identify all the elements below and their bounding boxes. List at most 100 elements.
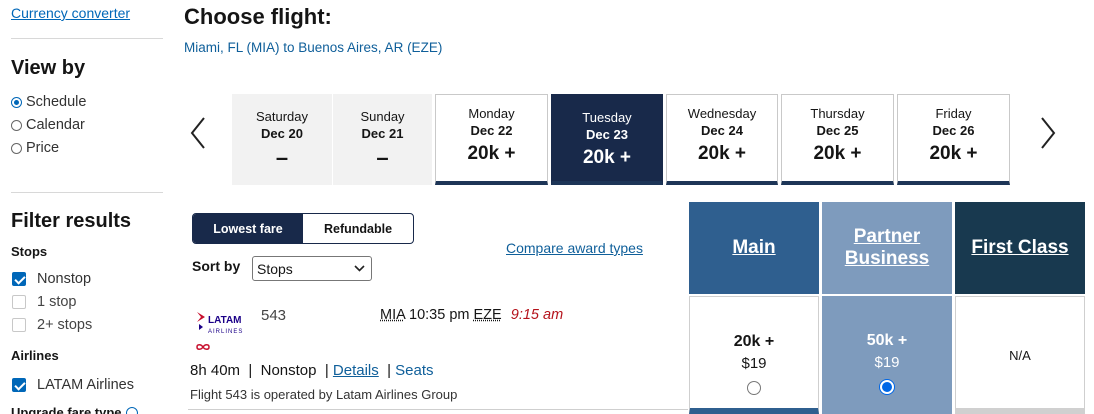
date-price: 20k + [582,147,632,168]
depart-time: 10:35 pm [409,307,470,323]
seats-link[interactable]: Seats [395,362,433,379]
fare-fee: $19 [741,355,767,372]
date-price: 20k + [467,143,516,164]
fare-partner-business[interactable]: 50k + $19 [822,296,952,414]
date-price: 20k + [813,143,862,164]
date-thursday-dec-25[interactable]: Thursday Dec 25 20k + [781,94,894,185]
airlines-heading: Airlines [11,348,59,363]
flight-number: 543 [261,307,287,324]
fare-type-toggle: Lowest fare Refundable [192,213,414,244]
fare-unavailable: N/A [1009,348,1031,363]
view-option-price[interactable]: Price [11,140,59,156]
separator: | [382,362,396,379]
filter-results-heading: Filter results [11,210,132,232]
checkbox-icon[interactable] [12,272,26,286]
date-friday-dec-26[interactable]: Friday Dec 26 20k + [897,94,1010,185]
separator: | [244,362,257,379]
view-option-label: Price [26,140,60,156]
view-option-calendar[interactable]: Calendar [11,117,85,133]
stops-heading: Stops [11,244,48,259]
fare-points: 20k + [733,333,775,350]
date-dow: Sunday [360,109,405,124]
cabin-label: Partner Business [844,226,930,269]
filter-latam-airlines[interactable]: LATAM Airlines [12,377,134,393]
fare-main[interactable]: 20k + $19 [689,296,819,414]
refundable-option[interactable]: Refundable [303,214,413,243]
radio-icon[interactable] [11,96,22,108]
date-dow: Saturday [255,109,309,124]
filter-label: LATAM Airlines [37,377,134,393]
divider [11,192,163,193]
destination-airport[interactable]: EZE [474,307,502,323]
date-day: Dec 23 [586,127,628,142]
latam-logo: LATAM AIRLINES [196,309,256,350]
flight-times: MIA 10:35 pm EZE 9:15 am [380,307,563,323]
help-icon[interactable] [125,406,138,414]
view-option-schedule[interactable]: Schedule [11,94,86,110]
checkbox-icon[interactable] [12,318,26,332]
cabin-first-class-header[interactable]: First Class [955,202,1085,294]
date-day: Dec 26 [932,123,975,138]
date-dow: Friday [935,106,972,121]
date-monday-dec-22[interactable]: Monday Dec 22 20k + [435,94,548,185]
cabin-label: First Class [971,237,1069,258]
duration-text: 8h 40m [190,362,241,379]
operated-by-text: Flight 543 is operated by Latam Airlines… [190,387,458,402]
date-price: 20k + [929,143,978,164]
date-saturday-dec-20[interactable]: Saturday Dec 20 – [232,94,333,185]
fare-radio[interactable] [880,380,894,394]
filter-label: Nonstop [37,271,92,287]
date-dow: Tuesday [582,110,632,125]
next-dates-arrow[interactable] [1038,115,1058,151]
filter-two-plus-stops[interactable]: 2+ stops [12,317,92,333]
chevron-right-icon [1041,117,1056,149]
lowest-fare-option[interactable]: Lowest fare [193,214,303,243]
filter-label: 2+ stops [37,317,93,333]
cabin-main-header[interactable]: Main [689,202,819,294]
page-title: Choose flight: [184,4,332,29]
latam-logo-icon: LATAM AIRLINES [197,312,243,335]
date-sunday-dec-21[interactable]: Sunday Dec 21 – [333,94,433,185]
arrive-time: 9:15 am [510,307,564,323]
checkbox-icon[interactable] [12,295,26,309]
date-day: Dec 20 [261,126,303,141]
date-price: – [275,145,289,170]
currency-converter-link[interactable]: Currency converter [11,5,130,21]
date-dow: Wednesday [687,106,757,121]
date-tuesday-dec-23[interactable]: Tuesday Dec 23 20k + [551,94,663,185]
filter-one-stop[interactable]: 1 stop [12,294,77,310]
chevron-down-icon [354,265,365,272]
sort-select-value: Stops [257,260,293,277]
fare-first-class[interactable]: N/A [955,296,1085,414]
date-wednesday-dec-24[interactable]: Wednesday Dec 24 20k + [666,94,778,185]
fare-fee: $19 [874,354,900,371]
date-price: 20k + [697,143,747,164]
filter-nonstop[interactable]: Nonstop [12,271,91,287]
origin-airport[interactable]: MIA [380,307,405,323]
upgrade-label: Upgrade fare type [11,405,122,414]
radio-icon[interactable] [11,142,22,154]
cabin-partner-business-header[interactable]: Partner Business [822,202,952,294]
logo-subtext: AIRLINES [208,329,243,335]
sort-select[interactable]: Stops [252,256,372,281]
upgrade-fare-type-heading: Upgrade fare type [11,405,138,414]
view-option-label: Calendar [26,117,85,133]
compare-award-types-link[interactable]: Compare award types [506,240,643,256]
date-price: – [376,145,389,170]
checkbox-icon[interactable] [12,378,26,392]
fare-radio[interactable] [747,381,761,395]
details-link[interactable]: Details [333,362,379,379]
date-day: Dec 22 [470,123,513,138]
route-text: Miami, FL (MIA) to Buenos Aires, AR (EZE… [184,40,443,55]
date-day: Dec 25 [816,123,859,138]
fare-points: 50k + [866,332,908,349]
cabin-label: Main [732,237,776,258]
divider [11,38,163,39]
separator: | [320,362,333,379]
filter-label: 1 stop [37,294,77,310]
stops-text: Nonstop [260,362,317,379]
logo-text: LATAM [208,315,242,326]
previous-dates-arrow[interactable] [188,115,208,151]
radio-icon[interactable] [11,119,22,131]
row-divider [188,409,688,410]
